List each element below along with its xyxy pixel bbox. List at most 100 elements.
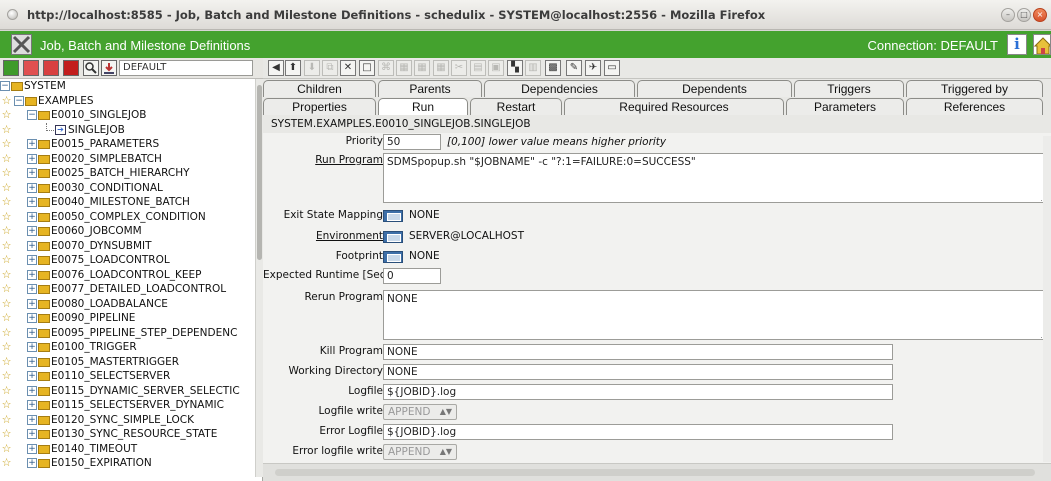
- working-directory-input[interactable]: NONE: [383, 364, 893, 380]
- expand-icon[interactable]: +: [27, 371, 37, 381]
- maximize-icon[interactable]: □: [1017, 8, 1031, 22]
- favorite-star-icon[interactable]: ☆: [0, 384, 13, 398]
- favorite-star-icon[interactable]: ☆: [0, 326, 13, 340]
- collapse-icon[interactable]: −: [27, 110, 37, 120]
- xml-icon[interactable]: ⌘: [378, 60, 394, 76]
- grid2-icon[interactable]: ▦: [414, 60, 430, 76]
- expand-icon[interactable]: +: [27, 284, 37, 294]
- kill-program-input[interactable]: NONE: [383, 344, 893, 360]
- expand-icon[interactable]: +: [27, 443, 37, 454]
- error-logfile-write-select[interactable]: APPEND ▲▼: [383, 444, 457, 460]
- export-icon[interactable]: ▥: [525, 60, 541, 76]
- tab-references[interactable]: References: [906, 98, 1043, 115]
- search-icon[interactable]: [83, 60, 99, 76]
- tree-item[interactable]: ☆ + E0020_SIMPLEBATCH: [0, 152, 255, 166]
- tree-item[interactable]: ☆ + E0040_MILESTONE_BATCH: [0, 195, 255, 209]
- favorite-star-icon[interactable]: ☆: [0, 253, 13, 267]
- tree-item[interactable]: ☆ + E0015_PARAMETERS: [0, 137, 255, 151]
- favorite-star-icon[interactable]: ☆: [0, 239, 13, 253]
- favorite-star-icon[interactable]: ☆: [0, 210, 13, 224]
- minimize-icon[interactable]: –: [1001, 8, 1015, 22]
- calendar-icon[interactable]: ▩: [545, 60, 561, 76]
- favorite-star-icon[interactable]: ☆: [0, 181, 13, 195]
- edit-icon[interactable]: ✎: [566, 60, 582, 76]
- expand-icon[interactable]: +: [27, 255, 37, 265]
- tab-children[interactable]: Children: [263, 80, 376, 97]
- tree-item[interactable]: ☆ + E0095_PIPELINE_STEP_DEPENDENC: [0, 326, 255, 340]
- tree-item[interactable]: ☆ + E0077_DETAILED_LOADCONTROL: [0, 282, 255, 296]
- tree-item[interactable]: ☆ − EXAMPLES: [0, 94, 255, 108]
- expand-icon[interactable]: +: [27, 313, 37, 323]
- expand-icon[interactable]: +: [27, 139, 37, 149]
- expand-icon[interactable]: +: [27, 153, 37, 164]
- window-menu-icon[interactable]: [7, 9, 18, 20]
- error-logfile-input[interactable]: ${JOBID}.log: [383, 424, 893, 440]
- tree-item[interactable]: ☆ − E0010_SINGLEJOB: [0, 108, 255, 122]
- favorite-star-icon[interactable]: ☆: [0, 282, 13, 296]
- new-batch-icon[interactable]: [43, 60, 59, 76]
- tab-run[interactable]: Run: [378, 98, 468, 115]
- expand-icon[interactable]: +: [27, 414, 37, 425]
- paste-icon[interactable]: ▤: [470, 60, 486, 76]
- tree-item[interactable]: ☆ + E0030_CONDITIONAL: [0, 181, 255, 195]
- up-icon[interactable]: ⬆: [285, 60, 301, 76]
- favorite-star-icon[interactable]: ☆: [0, 413, 13, 427]
- expand-icon[interactable]: +: [27, 298, 37, 309]
- tree-item[interactable]: ☆ + E0115_DYNAMIC_SERVER_SELECTIC: [0, 384, 255, 398]
- tree-item[interactable]: ☆ + E0100_TRIGGER: [0, 340, 255, 354]
- tree-item[interactable]: ☆ + E0090_PIPELINE: [0, 311, 255, 325]
- exit-state-browse-icon[interactable]: [383, 210, 403, 222]
- favorite-star-icon[interactable]: ☆: [0, 123, 13, 137]
- lock-icon[interactable]: [63, 60, 79, 76]
- tree-item[interactable]: − SYSTEM: [0, 79, 255, 93]
- favorite-star-icon[interactable]: ☆: [0, 166, 13, 180]
- expand-icon[interactable]: +: [27, 356, 37, 367]
- expand-icon[interactable]: +: [27, 182, 37, 193]
- expand-icon[interactable]: +: [27, 327, 37, 338]
- info-icon[interactable]: i: [1007, 34, 1027, 55]
- tree-item[interactable]: ☆ + E0140_TIMEOUT: [0, 442, 255, 456]
- tree-item[interactable]: ☆ + E0025_BATCH_HIERARCHY: [0, 166, 255, 180]
- tree-scrollbar[interactable]: [255, 79, 263, 477]
- favorite-star-icon[interactable]: ☆: [0, 369, 13, 383]
- favorite-star-icon[interactable]: ☆: [0, 456, 13, 470]
- environment-browse-icon[interactable]: [383, 231, 403, 243]
- expand-icon[interactable]: +: [27, 168, 37, 178]
- grid3-icon[interactable]: ▦: [433, 60, 449, 76]
- tree-item[interactable]: ☆ + E0110_SELECTSERVER: [0, 369, 255, 383]
- tab-triggered-by[interactable]: Triggered by: [906, 80, 1043, 97]
- favorite-star-icon[interactable]: ☆: [0, 442, 13, 456]
- favorite-star-icon[interactable]: ☆: [0, 340, 13, 354]
- tree-item[interactable]: ☆ + E0076_LOADCONTROL_KEEP: [0, 268, 255, 282]
- tab-dependencies[interactable]: Dependencies: [484, 80, 635, 97]
- back-icon[interactable]: ◀: [268, 60, 284, 76]
- favorite-star-icon[interactable]: ☆: [0, 108, 13, 122]
- cut-icon[interactable]: ✂: [451, 60, 467, 76]
- tab-parents[interactable]: Parents: [378, 80, 482, 97]
- detail-scrollbar[interactable]: [1043, 136, 1051, 462]
- priority-input[interactable]: 50: [383, 134, 441, 150]
- rerun-program-textarea[interactable]: NONE: [383, 290, 1048, 340]
- run-program-label[interactable]: Run Program: [263, 154, 383, 166]
- expand-icon[interactable]: +: [27, 400, 37, 410]
- favorite-star-icon[interactable]: ☆: [0, 224, 13, 238]
- expand-icon[interactable]: +: [27, 197, 37, 207]
- favorite-star-icon[interactable]: ☆: [0, 427, 13, 441]
- collapse-icon[interactable]: −: [0, 81, 10, 91]
- tab-dependents[interactable]: Dependents: [637, 80, 792, 97]
- expand-icon[interactable]: +: [27, 269, 37, 280]
- refresh-icon[interactable]: [3, 60, 19, 76]
- download-icon[interactable]: [101, 60, 117, 76]
- favorite-star-icon[interactable]: ☆: [0, 297, 13, 311]
- new-icon[interactable]: □: [359, 60, 375, 76]
- submit-icon[interactable]: ✈: [585, 60, 601, 76]
- download-icon[interactable]: ⬇: [304, 60, 320, 76]
- favorite-star-icon[interactable]: ☆: [0, 137, 13, 151]
- scope-input[interactable]: DEFAULT: [119, 60, 253, 76]
- grid-icon[interactable]: ▦: [396, 60, 412, 76]
- tree-item[interactable]: ☆ + E0130_SYNC_RESOURCE_STATE: [0, 427, 255, 441]
- tree-item[interactable]: ☆ + E0120_SYNC_SIMPLE_LOCK: [0, 413, 255, 427]
- tab-parameters[interactable]: Parameters: [786, 98, 904, 115]
- environment-label[interactable]: Environment: [263, 230, 383, 242]
- tree-item[interactable]: ☆ + E0080_LOADBALANCE: [0, 297, 255, 311]
